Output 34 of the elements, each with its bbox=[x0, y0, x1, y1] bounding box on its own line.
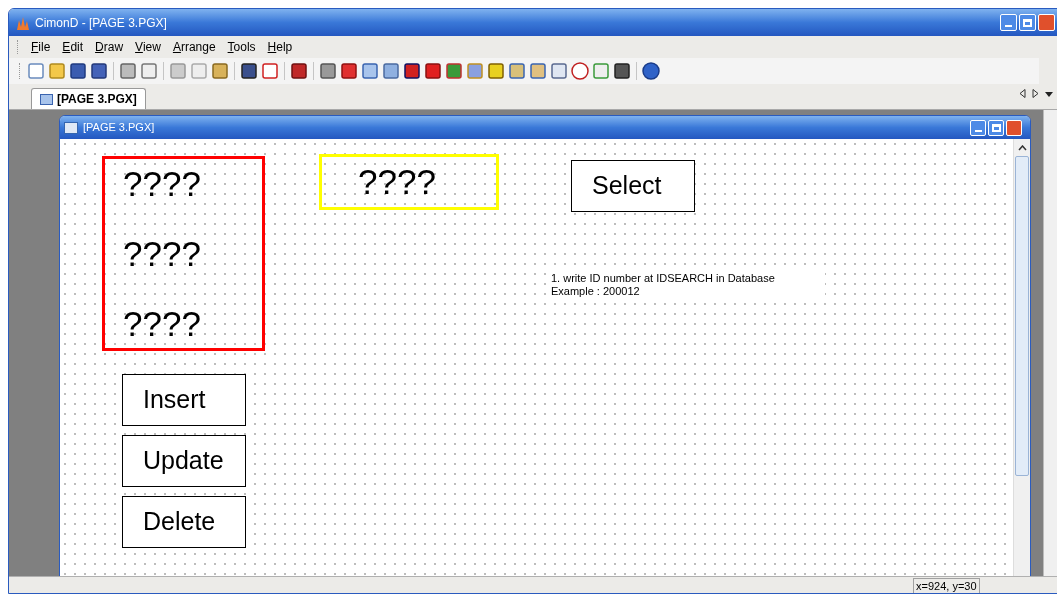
menu-item[interactable]: Tools bbox=[222, 38, 261, 56]
scroll-right-icon[interactable] bbox=[1032, 89, 1039, 98]
window-title: CimonD - [PAGE 3.PGX] bbox=[35, 14, 167, 32]
close-button[interactable] bbox=[1038, 14, 1055, 31]
drawing-canvas[interactable]: ???? ???? ???? ???? Select 1. write ID number at IDSEARCH in Database Example : 200012 Insert Update Delete bbox=[60, 139, 1013, 576]
instruction-note: 1. write ID number at IDSEARCH in Database Example : 200012 bbox=[551, 271, 825, 299]
label-text: ???? bbox=[123, 303, 202, 345]
maximize-button[interactable] bbox=[1019, 14, 1036, 31]
menu-item[interactable]: Edit bbox=[57, 38, 89, 56]
maximize-button[interactable] bbox=[988, 119, 1004, 136]
vertical-scrollbar[interactable] bbox=[1013, 139, 1030, 576]
scroll-left-icon[interactable] bbox=[1019, 89, 1026, 98]
document-icon[interactable] bbox=[27, 62, 45, 80]
label-text: ???? bbox=[358, 161, 437, 203]
document-tab[interactable]: [PAGE 3.PGX] bbox=[31, 88, 146, 109]
menu-item[interactable]: Help bbox=[262, 38, 298, 56]
action-button[interactable]: Delete bbox=[122, 496, 246, 548]
minimize-button[interactable] bbox=[1000, 14, 1017, 31]
menu-item[interactable]: View bbox=[130, 38, 166, 56]
close-button[interactable] bbox=[1006, 119, 1022, 136]
child-window-title: [PAGE 3.PGX] bbox=[83, 120, 155, 136]
scroll-up-icon[interactable] bbox=[1017, 144, 1027, 151]
status-coordinates: x=924, y=30 bbox=[913, 578, 980, 593]
menu-item[interactable]: Draw bbox=[90, 38, 129, 56]
label-text: ???? bbox=[123, 233, 202, 275]
dropdown-icon[interactable] bbox=[1045, 89, 1053, 98]
action-button[interactable]: Select bbox=[571, 160, 695, 212]
action-button[interactable]: Insert bbox=[122, 374, 246, 426]
action-button[interactable]: Update bbox=[122, 435, 246, 487]
label-text: ???? bbox=[123, 163, 202, 205]
menu-item[interactable]: Arrange bbox=[167, 38, 221, 56]
menu-item[interactable]: File bbox=[26, 38, 56, 56]
help-icon[interactable] bbox=[642, 62, 660, 80]
minimize-button[interactable] bbox=[970, 119, 986, 136]
